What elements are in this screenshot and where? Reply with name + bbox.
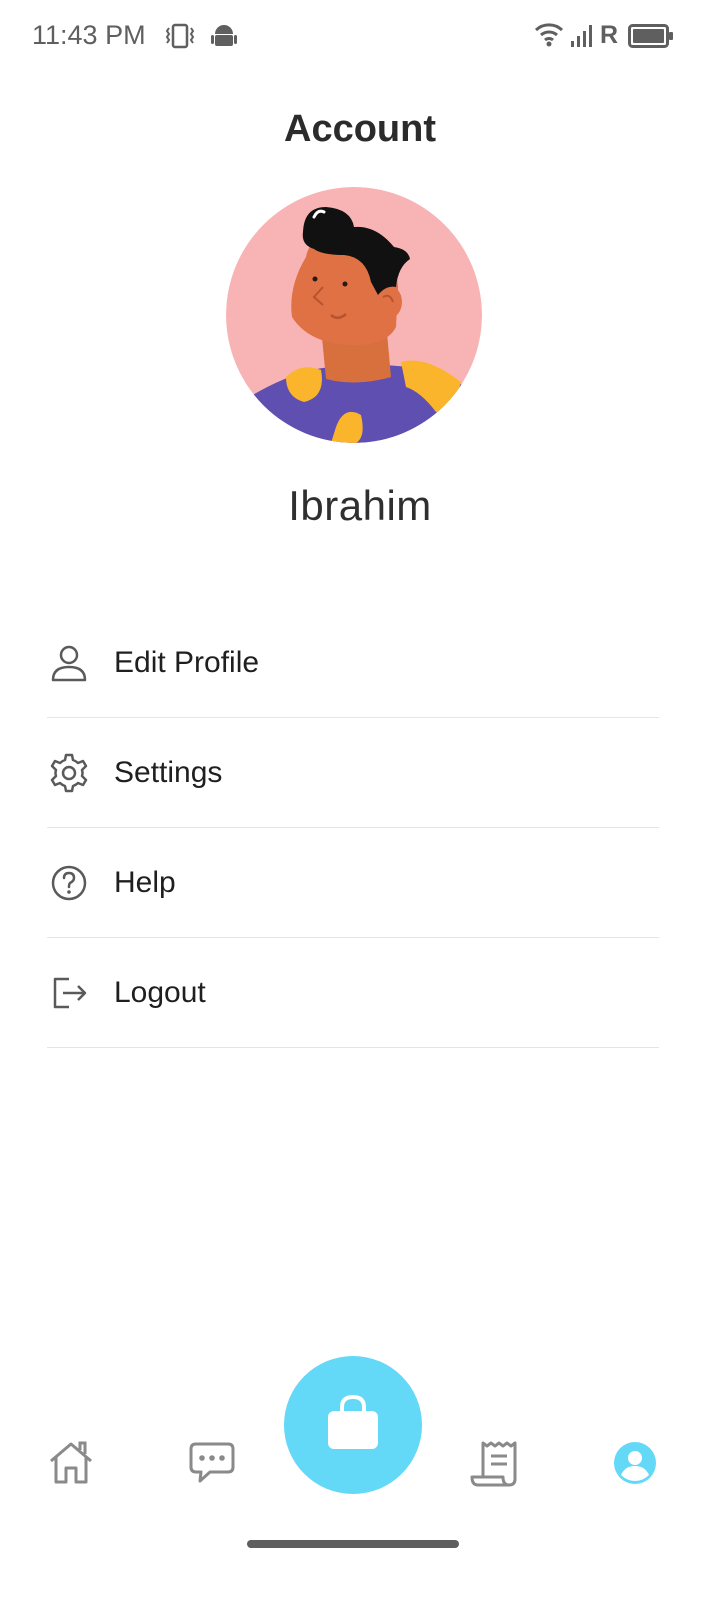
wifi-icon [534, 22, 564, 53]
vibrate-icon [164, 22, 196, 55]
home-icon[interactable] [44, 1436, 98, 1490]
android-icon [211, 22, 237, 55]
gear-icon [47, 751, 91, 795]
user-name: Ibrahim [288, 482, 432, 529]
receipt-icon[interactable] [468, 1438, 522, 1490]
account-menu: Edit Profile Settings Help Logout [47, 608, 659, 1048]
home-indicator[interactable] [247, 1540, 459, 1548]
signal-icon [570, 24, 596, 53]
menu-item-label: Logout [114, 975, 206, 1009]
page-title: Account [284, 108, 436, 150]
menu-item-label: Help [114, 865, 176, 899]
menu-item-label: Settings [114, 755, 223, 789]
menu-item-label: Edit Profile [114, 645, 260, 679]
chat-icon[interactable] [186, 1438, 238, 1488]
status-bar: 11:43 PM R [0, 0, 720, 72]
shopping-bag-icon [325, 1393, 381, 1458]
status-time: 11:43 PM [32, 20, 146, 50]
account-icon[interactable] [612, 1440, 658, 1486]
avatar[interactable] [226, 187, 482, 443]
help-icon [47, 861, 91, 905]
menu-item-edit-profile[interactable]: Edit Profile [47, 608, 659, 718]
shopping-bag-button[interactable] [284, 1356, 422, 1494]
menu-item-settings[interactable]: Settings [47, 718, 659, 828]
battery-icon [628, 24, 674, 53]
logout-icon [47, 971, 91, 1015]
person-icon [47, 641, 91, 685]
menu-item-logout[interactable]: Logout [47, 938, 659, 1048]
roaming-icon: R [600, 21, 619, 49]
menu-item-help[interactable]: Help [47, 828, 659, 938]
